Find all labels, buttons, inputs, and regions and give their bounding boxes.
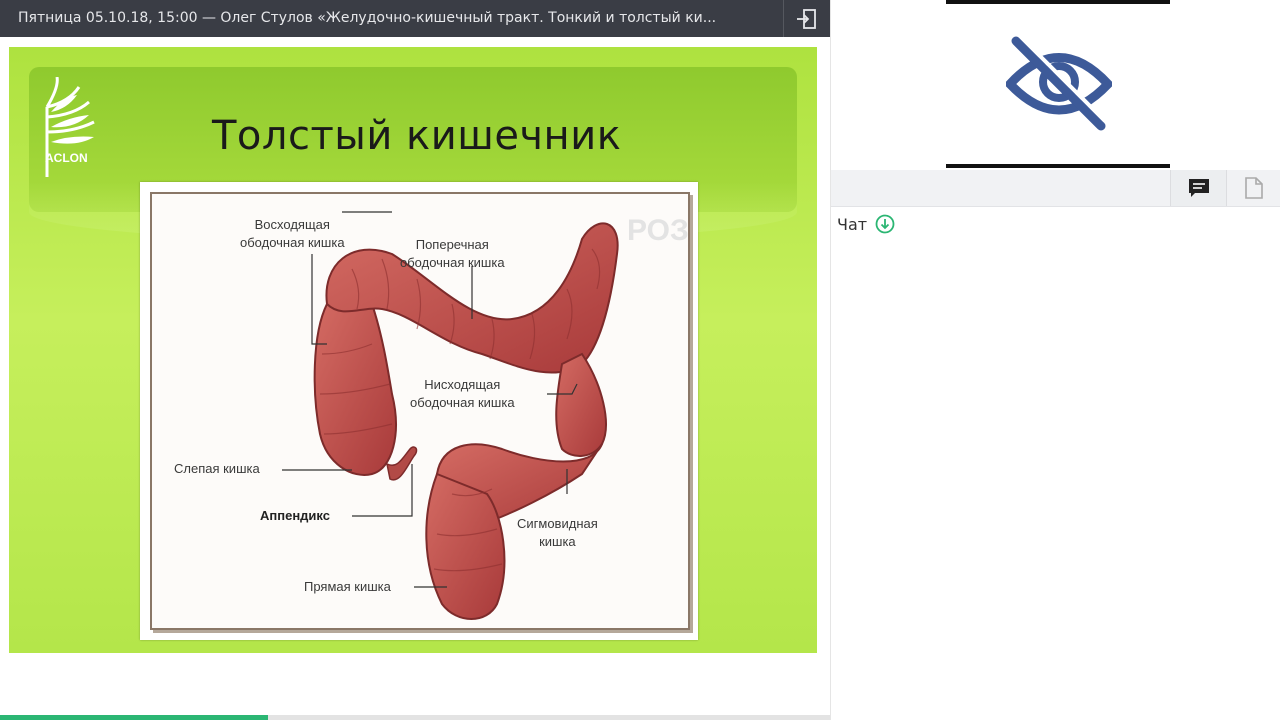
chat-header: Чат — [837, 214, 895, 234]
video-area — [946, 0, 1170, 168]
webinar-topbar: Пятница 05.10.18, 15:00 — Олег Стулов «Ж… — [0, 0, 830, 37]
eye-off-icon — [1006, 36, 1112, 131]
label-appendix: Аппендикс — [260, 508, 330, 523]
label-rectum: Прямая кишка — [304, 579, 391, 594]
panel-toolbar — [831, 170, 1280, 207]
chat-icon — [1188, 179, 1209, 197]
presentation-area: ACLON Толстый кишечник РОЗ Восходящая об… — [0, 37, 830, 720]
label-cecum: Слепая кишка — [174, 461, 260, 476]
exit-button[interactable] — [783, 0, 830, 37]
label-transverse-colon: Поперечная ободочная кишка — [400, 237, 505, 270]
side-panel: Чат — [830, 0, 1280, 720]
figure-frame: РОЗ Восходящая ободочная кишка Поперечна… — [150, 192, 690, 630]
slide-title: Толстый кишечник — [212, 113, 622, 159]
document-icon — [1244, 177, 1263, 199]
slide: ACLON Толстый кишечник РОЗ Восходящая об… — [9, 47, 817, 653]
download-circle-icon[interactable] — [875, 214, 895, 234]
progress-fill — [0, 715, 269, 720]
logo-text: ACLON — [45, 151, 88, 165]
label-descending-colon: Нисходящая ободочная кишка — [410, 377, 515, 410]
label-ascending-colon: Восходящая ободочная кишка — [240, 217, 345, 250]
webinar-title: Пятница 05.10.18, 15:00 — Олег Стулов «Ж… — [18, 10, 717, 26]
chat-title: Чат — [837, 214, 868, 234]
chat-tab-button[interactable] — [1170, 170, 1227, 206]
aclon-logo-icon — [45, 77, 95, 177]
playback-progress-bar[interactable] — [0, 715, 830, 720]
exit-icon — [797, 8, 816, 29]
video-border-bottom — [946, 164, 1170, 168]
anatomy-figure: РОЗ Восходящая ободочная кишка Поперечна… — [140, 182, 698, 640]
documents-tab-button[interactable] — [1226, 170, 1280, 206]
video-border-top — [946, 0, 1170, 4]
label-sigmoid-colon: Сигмовидная кишка — [517, 516, 598, 549]
